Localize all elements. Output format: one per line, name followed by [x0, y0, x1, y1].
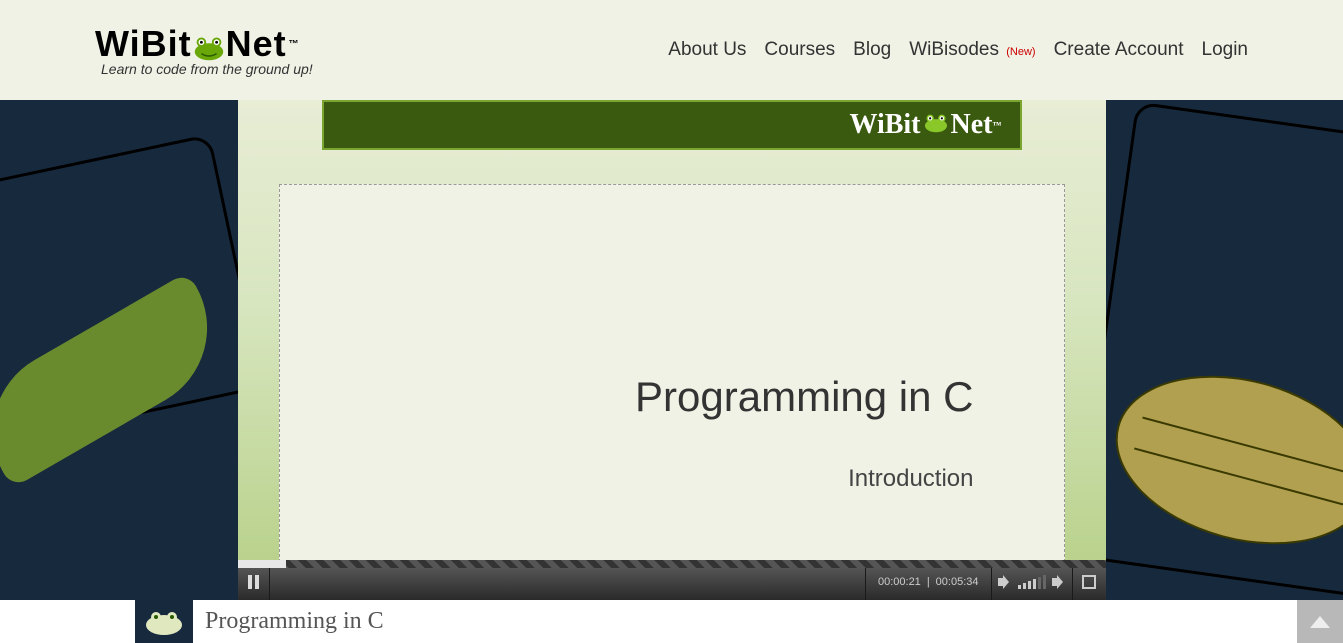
header: WiBit Net ™ Learn to code from the groun… — [0, 0, 1343, 100]
progress-track[interactable] — [238, 560, 1106, 568]
slide-title: Programming in C — [635, 373, 973, 421]
pause-icon — [248, 575, 259, 589]
nav-create-account[interactable]: Create Account — [1054, 39, 1184, 61]
logo-text-left: WiBit — [95, 23, 192, 65]
course-title[interactable]: Programming in C — [205, 608, 384, 635]
scroll-top-button[interactable] — [1297, 600, 1343, 643]
logo-text-right: Net — [226, 23, 287, 65]
nav-blog[interactable]: Blog — [853, 39, 891, 61]
speaker-icon — [998, 575, 1012, 589]
video-content[interactable]: WiBit Net ™ — [238, 100, 1106, 564]
slide-subtitle: Introduction — [848, 465, 973, 493]
pause-button[interactable] — [238, 564, 270, 600]
banner-tm: ™ — [993, 120, 1002, 130]
fullscreen-icon — [1082, 575, 1096, 589]
video-banner: WiBit Net ™ — [322, 100, 1022, 150]
banner-text-right: Net — [951, 109, 993, 141]
time-current: 00:00:21 — [878, 576, 921, 588]
frog-icon — [921, 109, 951, 141]
video-player: WiBit Net ™ — [238, 100, 1106, 600]
banner-text-left: WiBit — [849, 109, 920, 141]
hero-section: WiBit Net ™ — [0, 100, 1343, 600]
logo-tm: ™ — [289, 39, 300, 50]
progress-fill — [238, 560, 286, 568]
nav-wibisodes-label: WiBisodes — [909, 39, 999, 60]
course-thumbnail[interactable] — [135, 600, 193, 643]
video-banner-logo: WiBit Net ™ — [849, 109, 1001, 141]
chevron-up-icon — [1310, 616, 1330, 628]
frog-icon — [190, 29, 228, 59]
tagline: Learn to code from the ground up! — [101, 61, 313, 77]
nav-about[interactable]: About Us — [668, 39, 746, 61]
volume-control[interactable] — [991, 564, 1072, 600]
nav-courses[interactable]: Courses — [764, 39, 835, 61]
new-badge: (New) — [1006, 46, 1035, 58]
volume-bars[interactable] — [1018, 575, 1046, 589]
course-row: Programming in C — [0, 600, 1343, 643]
nav-wibisodes[interactable]: WiBisodes (New) — [909, 39, 1035, 61]
video-controls: 00:00:21 | 00:05:34 — [238, 564, 1106, 600]
speaker-icon — [1052, 575, 1066, 589]
logo-area[interactable]: WiBit Net ™ Learn to code from the groun… — [95, 23, 313, 77]
time-display: 00:00:21 | 00:05:34 — [865, 564, 991, 600]
time-total: 00:05:34 — [936, 576, 979, 588]
fullscreen-button[interactable] — [1072, 564, 1106, 600]
nav-login[interactable]: Login — [1202, 39, 1249, 61]
video-slide: Programming in C Introduction — [279, 184, 1065, 562]
logo: WiBit Net ™ — [95, 23, 313, 65]
main-nav: About Us Courses Blog WiBisodes (New) Cr… — [668, 39, 1248, 61]
time-sep: | — [927, 576, 930, 588]
